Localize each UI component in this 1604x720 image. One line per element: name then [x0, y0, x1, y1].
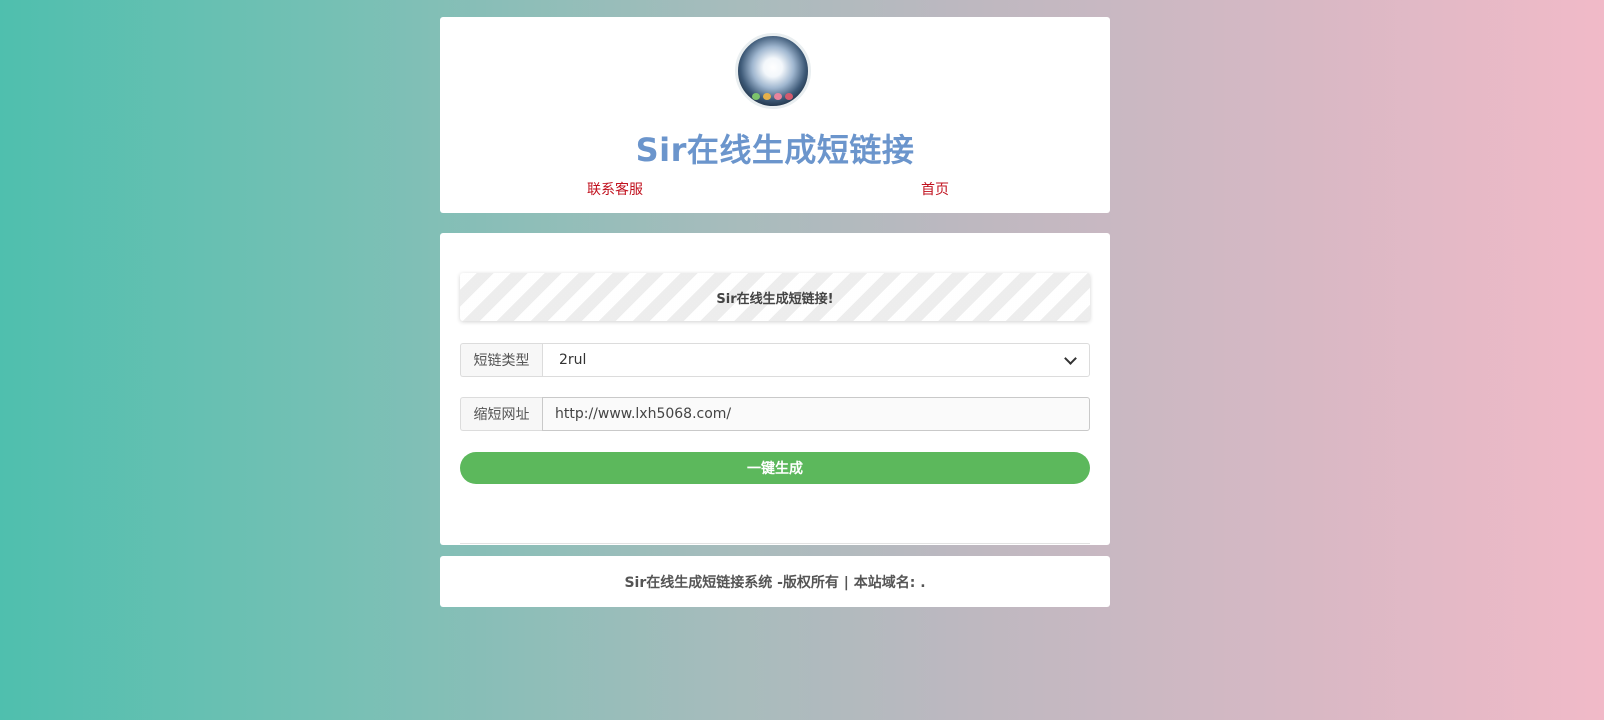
home-link[interactable]: 首页	[921, 179, 949, 199]
chevron-down-icon	[1064, 351, 1077, 365]
header-card: Sir在线生成短链接 联系客服 首页	[440, 17, 1110, 213]
avatar	[735, 33, 811, 109]
shorten-url-row: 缩短网址	[460, 397, 1090, 431]
footer-card: Sir在线生成短链接系统 -版权所有 | 本站域名: .	[440, 556, 1110, 607]
short-link-type-label: 短链类型	[460, 343, 542, 377]
divider	[460, 543, 1090, 544]
avatar-decoration	[752, 93, 793, 100]
main-card: Sir在线生成短链接! 短链类型 2rul 缩短网址 一键生成	[440, 233, 1110, 545]
notice-banner: Sir在线生成短链接!	[460, 273, 1090, 321]
shorten-url-label: 缩短网址	[460, 397, 542, 431]
footer-copyright: Sir在线生成短链接系统 -版权所有 | 本站域名: .	[624, 574, 926, 591]
contact-support-link[interactable]: 联系客服	[587, 179, 643, 199]
shorten-url-input[interactable]	[542, 397, 1090, 431]
short-link-type-value: 2rul	[559, 352, 587, 368]
short-link-type-row: 短链类型 2rul	[460, 343, 1090, 377]
site-title: Sir在线生成短链接	[635, 131, 915, 169]
generate-button[interactable]: 一键生成	[460, 452, 1090, 484]
short-link-type-select[interactable]: 2rul	[542, 343, 1090, 377]
